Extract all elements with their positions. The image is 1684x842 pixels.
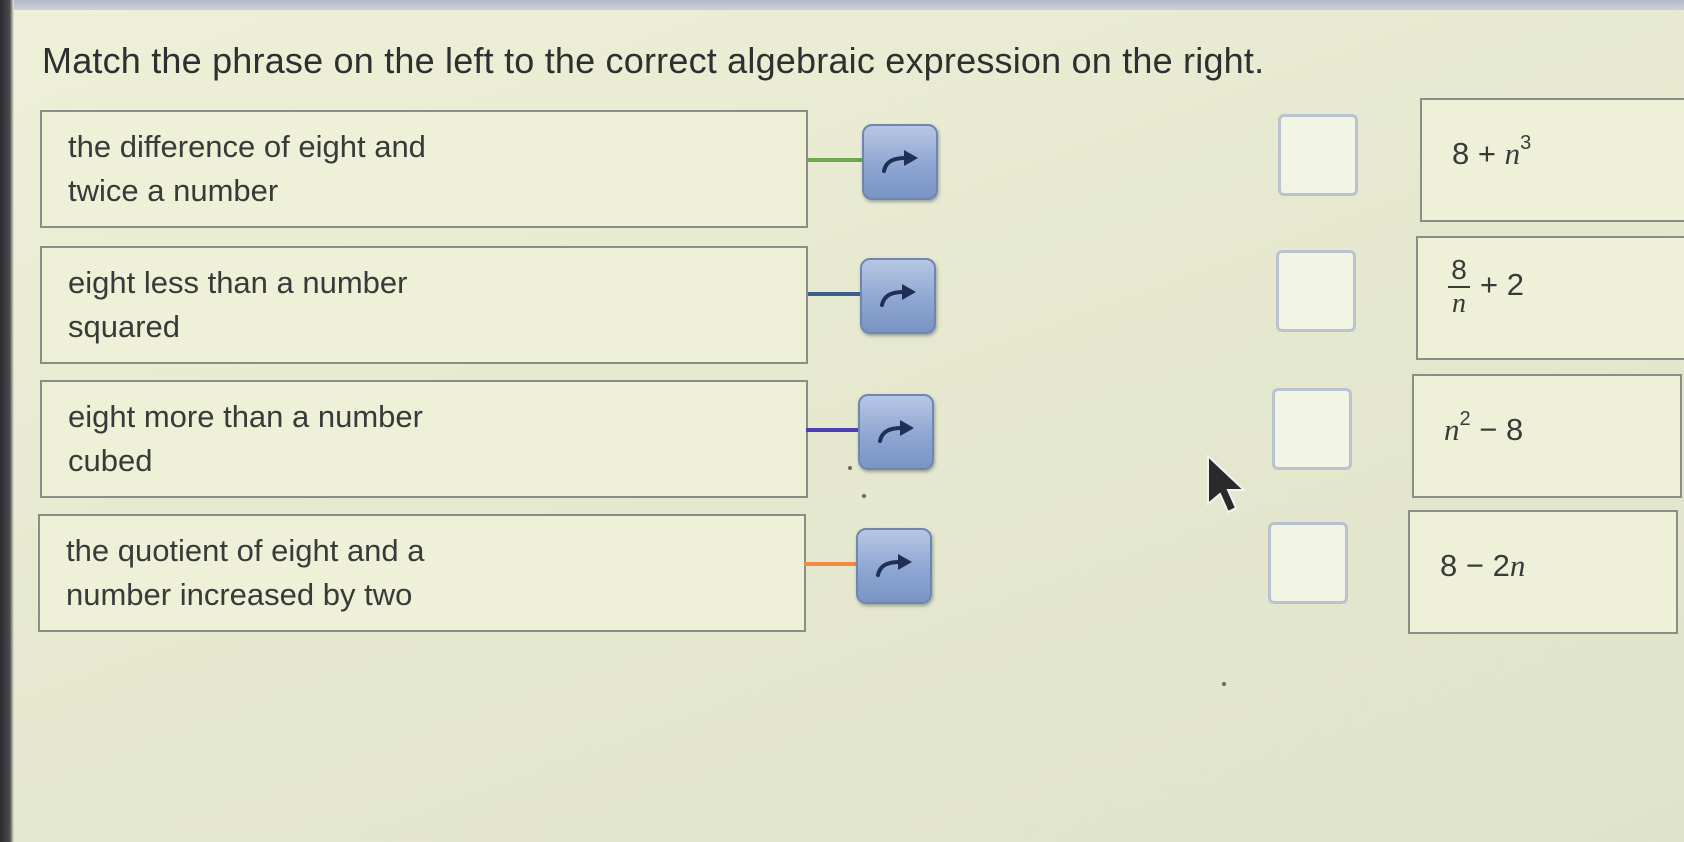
- match-button-2[interactable]: [860, 258, 936, 334]
- match-button-1[interactable]: [862, 124, 938, 200]
- expression-1: 8 + n3: [1452, 132, 1531, 172]
- expression-box-4: 8 − 2n: [1408, 510, 1678, 634]
- screen-speck: [848, 466, 852, 470]
- phrase-box-2: eight less than a number squared: [40, 246, 808, 364]
- drop-target-4[interactable]: [1268, 522, 1348, 604]
- curved-arrow-right-icon: [876, 554, 912, 577]
- phrase-box-4: the quotient of eight and a number incre…: [38, 514, 806, 632]
- variable: n: [1504, 136, 1521, 172]
- phrase-text: the difference of eight and twice a numb…: [68, 129, 426, 208]
- expression-2: 8 n + 2: [1448, 256, 1524, 318]
- screen-edge-shadow: [0, 0, 14, 842]
- instructions: Match the phrase on the left to the corr…: [42, 40, 1265, 81]
- expression-text: 8 − 2: [1440, 548, 1510, 583]
- expression-text: − 8: [1479, 412, 1524, 448]
- drop-target-2[interactable]: [1276, 250, 1356, 332]
- connector-line-3: [806, 428, 864, 432]
- curved-arrow-right-icon: [880, 284, 916, 307]
- phrase-text: eight more than a number cubed: [68, 399, 423, 478]
- drop-target-1[interactable]: [1278, 114, 1358, 196]
- match-button-4[interactable]: [856, 528, 932, 604]
- curved-arrow-right-icon: [878, 420, 914, 443]
- expression-4: 8 − 2n: [1440, 548, 1525, 583]
- variable: n: [1509, 548, 1526, 583]
- connector-line-1: [808, 158, 866, 162]
- mouse-cursor-icon: [1207, 454, 1247, 514]
- connector-line-2: [808, 292, 866, 296]
- denominator: n: [1452, 288, 1466, 319]
- fraction: 8 n: [1448, 256, 1470, 318]
- expression-box-3: n2 − 8: [1412, 374, 1682, 498]
- drop-target-3[interactable]: [1272, 388, 1352, 470]
- screen-speck: [862, 494, 866, 498]
- top-edge: [14, 0, 1684, 10]
- exponent: 3: [1520, 132, 1532, 154]
- phrase-box-1: the difference of eight and twice a numb…: [40, 110, 808, 228]
- phrase-text: the quotient of eight and a number incre…: [66, 533, 425, 612]
- variable: n: [1444, 412, 1460, 448]
- expression-text: 8 +: [1452, 136, 1496, 172]
- screen-speck: [1222, 682, 1226, 686]
- connector-line-4: [804, 562, 862, 566]
- exponent: 2: [1459, 408, 1471, 430]
- curved-arrow-right-icon: [882, 150, 918, 173]
- match-button-3[interactable]: [858, 394, 934, 470]
- expression-box-1: 8 + n3: [1420, 98, 1684, 222]
- numerator: 8: [1451, 254, 1467, 285]
- expression-box-2: 8 n + 2: [1416, 236, 1684, 360]
- phrase-box-3: eight more than a number cubed: [40, 380, 808, 498]
- expression-3: n2 − 8: [1444, 408, 1524, 448]
- phrase-text: eight less than a number squared: [68, 265, 408, 344]
- expression-text: + 2: [1480, 267, 1524, 303]
